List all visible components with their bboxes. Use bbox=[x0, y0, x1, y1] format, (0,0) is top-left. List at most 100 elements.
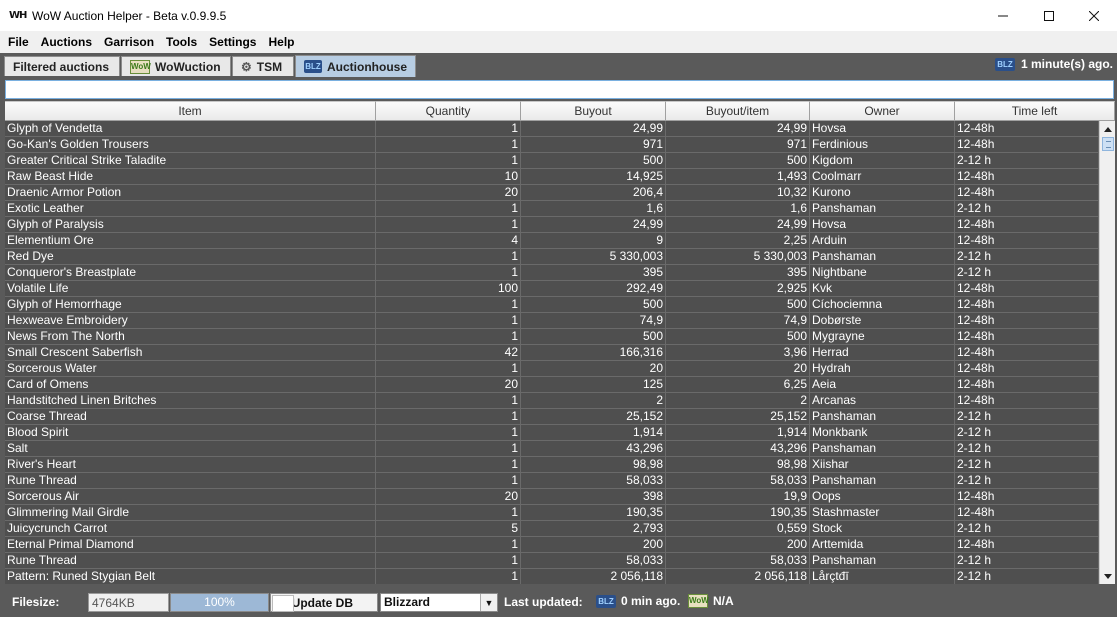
cell-item: Coarse Thread bbox=[5, 409, 376, 425]
cell-time-left: 12-48h bbox=[955, 505, 1099, 521]
table-row[interactable]: Rune Thread 1 58,033 58,033 Panshaman 2-12 h bbox=[5, 473, 1099, 489]
table-row[interactable]: Salt 1 43,296 43,296 Panshaman 2-12 h bbox=[5, 441, 1099, 457]
cell-buyout-per-item: 74,9 bbox=[666, 313, 810, 329]
source-select[interactable]: Blizzard ▼ bbox=[380, 593, 498, 612]
cell-quantity: 1 bbox=[376, 457, 521, 473]
table-row[interactable]: Sorcerous Water 1 20 20 Hydrah 12-48h bbox=[5, 361, 1099, 377]
table-row[interactable]: Hexweave Embroidery 1 74,9 74,9 Dobørste 12-4… bbox=[5, 313, 1099, 329]
cell-owner: Dobørste bbox=[810, 313, 955, 329]
cell-buyout: 2,793 bbox=[521, 521, 666, 537]
cell-quantity: 1 bbox=[376, 313, 521, 329]
cell-item: Small Crescent Saberfish bbox=[5, 345, 376, 361]
menu-settings[interactable]: Settings bbox=[205, 35, 260, 49]
cell-buyout: 500 bbox=[521, 297, 666, 313]
cell-time-left: 12-48h bbox=[955, 217, 1099, 233]
source-select-value: Blizzard bbox=[384, 595, 431, 609]
table-row[interactable]: Elementium Ore 4 9 2,25 Arduin 12-48h bbox=[5, 233, 1099, 249]
tab-auctionhouse[interactable]: BLZ Auctionhouse bbox=[295, 55, 416, 77]
menu-tools[interactable]: Tools bbox=[162, 35, 201, 49]
table-row[interactable]: Greater Critical Strike Taladite 1 500 500 K… bbox=[5, 153, 1099, 169]
tab-wowuction[interactable]: WoW WoWuction bbox=[121, 56, 231, 76]
cell-buyout: 500 bbox=[521, 329, 666, 345]
cell-item: Glyph of Hemorrhage bbox=[5, 297, 376, 313]
table-row[interactable]: Card of Omens 20 125 6,25 Aeia 12-48h bbox=[5, 377, 1099, 393]
table-row[interactable]: Go-Kan's Golden Trousers 1 971 971 Ferdiniou… bbox=[5, 137, 1099, 153]
scroll-up-button[interactable] bbox=[1100, 121, 1116, 137]
cell-time-left: 12-48h bbox=[955, 489, 1099, 505]
table-row[interactable]: Glyph of Paralysis 1 24,99 24,99 Hovsa 12-48h bbox=[5, 217, 1099, 233]
cell-item: Juicycrunch Carrot bbox=[5, 521, 376, 537]
tab-label: Filtered auctions bbox=[13, 59, 110, 74]
close-button[interactable] bbox=[1071, 0, 1117, 31]
table-row[interactable]: Exotic Leather 1 1,6 1,6 Panshaman 2-12 h bbox=[5, 201, 1099, 217]
blizzard-update-text: 0 min ago. bbox=[621, 594, 681, 608]
vertical-scrollbar[interactable] bbox=[1099, 121, 1115, 584]
table-row[interactable]: River's Heart 1 98,98 98,98 Xiishar 2-12 h bbox=[5, 457, 1099, 473]
filter-input[interactable] bbox=[5, 80, 1114, 99]
scroll-down-button[interactable] bbox=[1100, 568, 1116, 584]
cell-time-left: 2-12 h bbox=[955, 457, 1099, 473]
column-header-quantity[interactable]: Quantity bbox=[376, 101, 521, 121]
menu-file[interactable]: File bbox=[4, 35, 33, 49]
cell-owner: Arcanas bbox=[810, 393, 955, 409]
table-row[interactable]: Rune Thread 1 58,033 58,033 Panshaman 2-12 h bbox=[5, 553, 1099, 569]
cell-owner: Arduin bbox=[810, 233, 955, 249]
menu-auctions[interactable]: Auctions bbox=[37, 35, 96, 49]
tab-tsm[interactable]: ⚙ TSM bbox=[232, 56, 294, 76]
cell-buyout-per-item: 25,152 bbox=[666, 409, 810, 425]
cell-buyout-per-item: 43,296 bbox=[666, 441, 810, 457]
table-row[interactable]: Red Dye 1 5 330,003 5 330,003 Panshaman 2-12 … bbox=[5, 249, 1099, 265]
cell-quantity: 20 bbox=[376, 377, 521, 393]
cell-time-left: 2-12 h bbox=[955, 201, 1099, 217]
tab-label: TSM bbox=[256, 59, 283, 74]
table-row[interactable]: Conqueror's Breastplate 1 395 395 Nightbane 2… bbox=[5, 265, 1099, 281]
cell-buyout: 14,925 bbox=[521, 169, 666, 185]
filesize-value: 4764KB bbox=[88, 593, 169, 612]
tab-filtered-auctions[interactable]: Filtered auctions bbox=[4, 56, 120, 76]
cell-item: Blood Spirit bbox=[5, 425, 376, 441]
table-row[interactable]: Raw Beast Hide 10 14,925 1,493 Coolmarr 12-48… bbox=[5, 169, 1099, 185]
table-row[interactable]: Coarse Thread 1 25,152 25,152 Panshaman 2-12 … bbox=[5, 409, 1099, 425]
cell-buyout-per-item: 3,96 bbox=[666, 345, 810, 361]
column-header-buyout[interactable]: Buyout bbox=[521, 101, 666, 121]
table-row[interactable]: Juicycrunch Carrot 5 2,793 0,559 Stock 2-12 h bbox=[5, 521, 1099, 537]
table-row[interactable]: Draenic Armor Potion 20 206,4 10,32 Kurono 12… bbox=[5, 185, 1099, 201]
cell-item: Glyph of Paralysis bbox=[5, 217, 376, 233]
cell-buyout-per-item: 2,25 bbox=[666, 233, 810, 249]
cell-buyout-per-item: 971 bbox=[666, 137, 810, 153]
cell-quantity: 1 bbox=[376, 249, 521, 265]
table-row[interactable]: Handstitched Linen Britches 1 2 2 Arcanas 12-… bbox=[5, 393, 1099, 409]
cell-owner: Panshaman bbox=[810, 473, 955, 489]
table-row[interactable]: Sorcerous Air 20 398 19,9 Oops 12-48h bbox=[5, 489, 1099, 505]
table-row[interactable]: Eternal Primal Diamond 1 200 200 Arttemida 12… bbox=[5, 537, 1099, 553]
menu-help[interactable]: Help bbox=[264, 35, 298, 49]
menu-garrison[interactable]: Garrison bbox=[100, 35, 158, 49]
table-row[interactable]: Small Crescent Saberfish 42 166,316 3,96 Her… bbox=[5, 345, 1099, 361]
column-header-time-left[interactable]: Time left bbox=[955, 101, 1115, 121]
cell-time-left: 12-48h bbox=[955, 121, 1099, 137]
cell-item: Greater Critical Strike Taladite bbox=[5, 153, 376, 169]
column-header-item[interactable]: Item bbox=[5, 101, 376, 121]
table-row[interactable]: Pattern: Runed Stygian Belt 1 2 056,118 2 0… bbox=[5, 569, 1099, 584]
cell-time-left: 12-48h bbox=[955, 345, 1099, 361]
header-update-text: 1 minute(s) ago. bbox=[1020, 57, 1113, 71]
table-row[interactable]: Volatile Life 100 292,49 2,925 Kvk 12-48h bbox=[5, 281, 1099, 297]
cell-owner: Nightbane bbox=[810, 265, 955, 281]
cell-time-left: 12-48h bbox=[955, 377, 1099, 393]
cell-buyout-per-item: 20 bbox=[666, 361, 810, 377]
table-row[interactable]: Glimmering Mail Girdle 1 190,35 190,35 Stash… bbox=[5, 505, 1099, 521]
table-row[interactable]: Blood Spirit 1 1,914 1,914 Monkbank 2-12 h bbox=[5, 425, 1099, 441]
minimize-button[interactable] bbox=[980, 0, 1026, 31]
cell-buyout-per-item: 190,35 bbox=[666, 505, 810, 521]
cell-time-left: 12-48h bbox=[955, 185, 1099, 201]
column-header-buyout-per-item[interactable]: Buyout/item bbox=[666, 101, 810, 121]
cell-item: Elementium Ore bbox=[5, 233, 376, 249]
maximize-button[interactable] bbox=[1026, 0, 1072, 31]
table-row[interactable]: News From The North 1 500 500 Mygrayne 12-48h bbox=[5, 329, 1099, 345]
update-db-button[interactable]: Update DB bbox=[270, 593, 378, 612]
table-row[interactable]: Glyph of Hemorrhage 1 500 500 Cíchociemna 12-… bbox=[5, 297, 1099, 313]
column-header-owner[interactable]: Owner bbox=[810, 101, 955, 121]
cell-buyout-per-item: 10,32 bbox=[666, 185, 810, 201]
scroll-thumb[interactable] bbox=[1102, 137, 1114, 151]
table-row[interactable]: Glyph of Vendetta 1 24,99 24,99 Hovsa 12-48h bbox=[5, 121, 1099, 137]
